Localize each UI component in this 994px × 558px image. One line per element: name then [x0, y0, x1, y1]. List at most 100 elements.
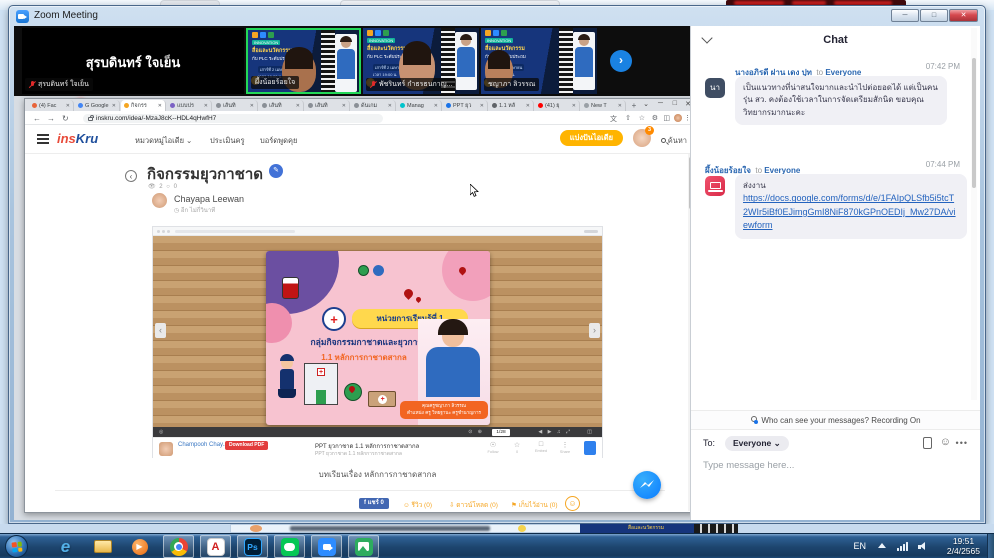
close-tab-icon[interactable]: ✕ [480, 103, 484, 109]
author-avatar[interactable] [152, 193, 167, 208]
maximize-button[interactable]: □ [920, 9, 948, 22]
side-panel-icon[interactable]: ◫ [663, 114, 670, 122]
address-bar[interactable]: inskru.com/idea/-MzaJ8cK--HDL4qHwfH7 [83, 113, 383, 123]
language-indicator[interactable]: EN [853, 541, 866, 551]
embed-button[interactable]: □ Embed [528, 441, 554, 453]
close-tab-icon[interactable]: ✕ [112, 103, 116, 109]
author-name[interactable]: Chayapa Leewan [174, 194, 244, 204]
page-indicator[interactable]: 1/28 [492, 428, 510, 436]
like-star-button[interactable]: ☆ 0 [504, 441, 530, 454]
download-button[interactable]: ⇩ ดาวน์โหลด (0) [449, 500, 498, 510]
download-pdf-button[interactable]: Download PDF [225, 441, 269, 450]
uploader-avatar[interactable] [159, 442, 173, 456]
back-icon[interactable]: ← [33, 114, 41, 123]
show-desktop-button[interactable] [987, 534, 994, 558]
hidden-icons-arrow[interactable] [878, 543, 886, 548]
facebook-share-button[interactable]: f แชร์ 0 [359, 498, 389, 509]
flipbook-fullscreen-icon[interactable]: ◫ [587, 429, 594, 435]
review-button[interactable]: ☺ รีวิว (0) [403, 500, 432, 510]
close-tab-icon[interactable]: ✕ [342, 103, 346, 109]
nav-evaluate[interactable]: ประเมินครู [210, 135, 245, 147]
video-tile[interactable]: สุรบดินทร์ ใจเย็น สุรบดินทร์ ใจเย็น [22, 28, 244, 94]
start-button[interactable] [5, 535, 28, 558]
profile-avatar[interactable] [674, 113, 682, 122]
close-tab-icon[interactable]: ✕ [204, 103, 208, 109]
volume-icon[interactable] [918, 542, 928, 552]
file-explorer-icon[interactable] [92, 536, 113, 557]
follow-button[interactable]: ☉ Follow [480, 441, 506, 454]
reaction-smiley-button[interactable]: ☺ [565, 496, 580, 511]
next-videos-button[interactable]: › [610, 50, 632, 72]
nav-board[interactable]: บอร์ดพูดคุย [260, 135, 297, 147]
share-idea-button[interactable]: แบ่งปันไอเดีย [559, 130, 623, 146]
browser-tab[interactable]: (4) Fac ✕ [29, 100, 74, 111]
more-options-icon[interactable]: ••• [956, 438, 968, 448]
translate-icon[interactable]: 文 [610, 114, 617, 124]
attach-file-icon[interactable] [923, 437, 932, 449]
reload-icon[interactable]: ↻ [62, 114, 69, 123]
upload-app-icon[interactable] [584, 441, 596, 455]
browser-minimize-icon[interactable]: ─ [658, 100, 663, 107]
close-tab-icon[interactable]: ✕ [572, 103, 576, 109]
share-button[interactable]: ⋮ Share [552, 441, 578, 454]
carousel-prev-arrow[interactable]: ‹ [155, 323, 166, 338]
chat-scrollbar[interactable] [971, 28, 977, 400]
browser-tab-active[interactable]: กิจกรร ✕ [121, 100, 166, 111]
tab-search-icon[interactable]: ⌄ [643, 100, 649, 108]
photoshop-taskbar-icon[interactable]: Ps [237, 535, 268, 558]
video-tile[interactable]: INNOVATION สื่อและนวัตกรรม กับ PLC ระดับ… [363, 28, 479, 94]
flipbook-zoom-icons[interactable]: ⊙ ⊕ [468, 429, 484, 435]
taskbar-clock[interactable]: 19:51 2/4/2565 [947, 536, 980, 557]
messenger-button[interactable] [633, 471, 661, 499]
close-tab-icon[interactable]: ✕ [526, 103, 530, 109]
browser-tab[interactable]: เส้นทิ ✕ [259, 100, 304, 111]
acrobat-taskbar-icon[interactable]: A [200, 535, 231, 558]
browser-tab[interactable]: 1.1 หลั ✕ [489, 100, 534, 111]
minimize-button[interactable]: ─ [891, 9, 919, 22]
back-circle-button[interactable]: ‹ [125, 170, 137, 182]
internet-explorer-icon[interactable]: e [55, 536, 76, 557]
browser-tab[interactable]: Manag ✕ [397, 100, 442, 111]
browser-tab[interactable]: G Google ✕ [75, 100, 120, 111]
zoom-titlebar[interactable]: Zoom Meeting ─ □ ✕ [9, 6, 985, 26]
line-taskbar-icon[interactable] [274, 535, 305, 558]
browser-maximize-icon[interactable]: □ [673, 100, 677, 107]
nav-categories[interactable]: หมวดหมู่ไอเดีย ⌄ [135, 135, 192, 147]
close-tab-icon[interactable]: ✕ [434, 103, 438, 109]
edit-pencil-badge[interactable]: ✎ [269, 164, 283, 178]
google-form-link[interactable]: https://docs.google.com/forms/d/e/1FAIpQ… [743, 192, 959, 233]
close-tab-icon[interactable]: ✕ [158, 103, 162, 109]
browser-tab[interactable]: PPT ยุว ✕ [443, 100, 488, 111]
close-tab-icon[interactable]: ✕ [66, 103, 70, 109]
emoji-icon[interactable]: ☺ [940, 436, 951, 448]
user-avatar[interactable]: 3 [633, 126, 654, 147]
media-player-icon[interactable]: ▶ [129, 536, 150, 557]
carousel-next-arrow[interactable]: › [589, 323, 600, 338]
uploader-name[interactable]: Champooh Chay... [178, 442, 228, 448]
browser-tab[interactable]: เส้นทิ ✕ [305, 100, 350, 111]
video-tile-active-speaker[interactable]: INNOVATION สื่อและนวัตกรรม กับ PLC ระดับ… [246, 28, 361, 94]
gallery-taskbar-icon[interactable] [348, 535, 379, 558]
close-tab-icon[interactable]: ✕ [388, 103, 392, 109]
flipbook-nav-icons[interactable]: ◀ ▶ ♫ ⤢ [538, 429, 572, 435]
browser-tab[interactable]: New T ✕ [581, 100, 626, 111]
browser-tab[interactable]: ด้นเกม ✕ [351, 100, 396, 111]
share-icon[interactable]: ⇧ [625, 114, 631, 122]
extensions-icon[interactable]: ⚙ [652, 114, 658, 122]
close-button[interactable]: ✕ [949, 9, 978, 22]
hamburger-menu-icon[interactable] [37, 134, 49, 144]
network-signal-icon[interactable] [897, 542, 910, 551]
recipient-dropdown[interactable]: Everyone ⌄ [725, 436, 789, 451]
browser-tab[interactable]: (41) ยุ ✕ [535, 100, 580, 111]
flipbook-embed[interactable]: + หน่วยการเรียนรู้ที่ 1 กลุ่มกิจกรรมกาชา… [152, 226, 603, 459]
browser-tab[interactable]: แบบปร ✕ [167, 100, 212, 111]
chat-input[interactable]: Type message here... [703, 460, 794, 471]
forward-icon[interactable]: → [47, 114, 55, 123]
zoom-taskbar-icon[interactable] [311, 535, 342, 558]
chrome-taskbar-icon[interactable] [163, 535, 194, 558]
scrollbar-thumb[interactable] [972, 58, 976, 188]
browser-tab[interactable]: เส้นทิ ✕ [213, 100, 258, 111]
video-tile[interactable]: INNOVATION สื่อและนวัตกรรม กับ PLC ระดับ… [481, 28, 597, 94]
bookmark-star-icon[interactable]: ☆ [639, 114, 645, 122]
search-button[interactable]: ค้นหา [660, 135, 687, 147]
